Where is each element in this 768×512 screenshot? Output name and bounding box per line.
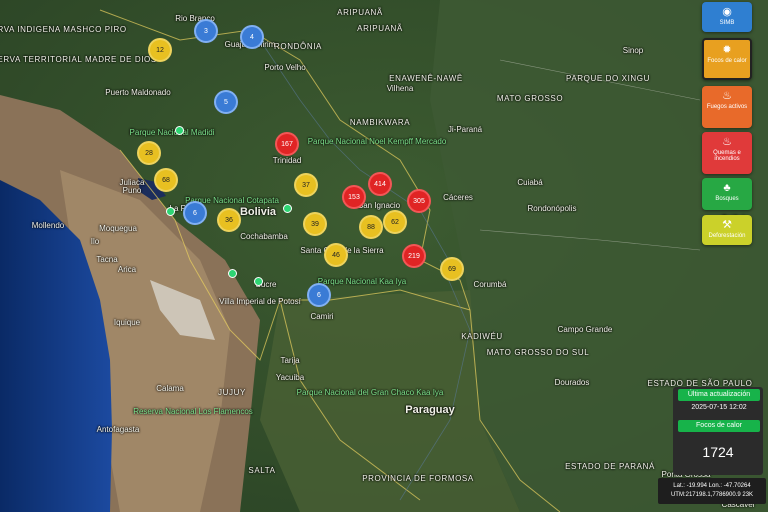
fire-icon: ✹ bbox=[722, 44, 732, 56]
park-label: Parque Nacional Noel Kempff Mercado bbox=[307, 137, 447, 146]
burn-icon: ♨ bbox=[722, 136, 732, 148]
region-label: MATO GROSSO bbox=[496, 94, 564, 103]
countrie-label: Paraguay bbox=[405, 404, 455, 416]
citie-label: Dourados bbox=[554, 378, 590, 387]
region-label: RESERVA TERRITORIAL MADRE DE DIOS bbox=[0, 55, 157, 64]
citie-label: Arica bbox=[117, 265, 137, 274]
citie-label: Puerto Maldonado bbox=[105, 88, 171, 97]
park-label: Reserva Nacional Los Flamencos bbox=[133, 407, 253, 416]
layer-button[interactable]: ✹ Focos de calor bbox=[702, 38, 752, 80]
flame-icon: ♨ bbox=[722, 90, 732, 102]
update-value: 2025-07-15 12:02 bbox=[691, 404, 747, 411]
park-label: Parque Nacional Kaa Iya bbox=[317, 277, 407, 286]
heat-cluster-marker[interactable]: 219 bbox=[402, 244, 426, 268]
region-label: ARIPUANÃ bbox=[357, 24, 403, 33]
citie-label: Ilo bbox=[90, 237, 100, 246]
citie-label: Yacuiba bbox=[275, 373, 305, 382]
citie-label: Villa Imperial de Potosí bbox=[219, 297, 301, 306]
heat-cluster-marker[interactable]: 6 bbox=[307, 283, 331, 307]
region-label: RESERVA INDIGENA MASHCO PIRO bbox=[0, 25, 127, 34]
citie-label: Mollendo bbox=[31, 221, 65, 230]
citie-label: Rondonópolis bbox=[527, 204, 577, 213]
heat-cluster-marker[interactable]: 153 bbox=[342, 185, 366, 209]
region-label: SALTA bbox=[248, 466, 276, 475]
layer-button[interactable]: ♣ Bosques bbox=[702, 178, 752, 210]
coords-utm: UTM:217198.1,7786900.9 23K bbox=[670, 492, 754, 498]
citie-label: Cochabamba bbox=[240, 232, 288, 241]
single-point-marker[interactable] bbox=[254, 277, 263, 286]
heat-count: 1724 bbox=[702, 444, 734, 460]
heat-cluster-marker[interactable]: 36 bbox=[217, 208, 241, 232]
region-label: PROVINCIA DE FORMOSA bbox=[362, 474, 474, 483]
layer-button-label: Bosques bbox=[715, 196, 739, 202]
heat-cluster-marker[interactable]: 68 bbox=[154, 168, 178, 192]
heat-cluster-marker[interactable]: 37 bbox=[294, 173, 318, 197]
region-label: ENAWENÊ-NAWÊ bbox=[389, 74, 463, 83]
layer-label: Focos de calor bbox=[678, 420, 760, 432]
layer-button[interactable]: ♨ Fuegos activos bbox=[702, 86, 752, 128]
park-label: Parque Nacional Madidi bbox=[129, 128, 215, 137]
region-label: NAMBIKWARA bbox=[349, 118, 411, 127]
single-point-marker[interactable] bbox=[228, 269, 237, 278]
heat-cluster-marker[interactable]: 5 bbox=[214, 90, 238, 114]
heat-cluster-marker[interactable]: 414 bbox=[368, 172, 392, 196]
heat-cluster-marker[interactable]: 12 bbox=[148, 38, 172, 62]
layer-button-label: Deforestación bbox=[708, 233, 746, 239]
layer-button[interactable]: ◉ SIMB bbox=[702, 2, 752, 32]
heat-cluster-marker[interactable]: 69 bbox=[440, 257, 464, 281]
layer-button-label: SIMB bbox=[719, 20, 735, 26]
layer-button-label: Fuegos activos bbox=[706, 104, 748, 110]
region-label: KADIWÉU bbox=[461, 332, 503, 341]
citie-label: Trinidad bbox=[272, 156, 302, 165]
citie-label: Puno bbox=[122, 186, 142, 195]
citie-label: Corumbá bbox=[473, 280, 507, 289]
layer-button-label: Quemas e incendios bbox=[713, 150, 741, 162]
globe-icon: ◉ bbox=[722, 6, 732, 18]
citie-label: Tarija bbox=[280, 356, 300, 365]
citie-label: Ji-Paraná bbox=[447, 125, 483, 134]
region-label: PARQUE DO XINGU bbox=[566, 74, 650, 83]
region-label: MATO GROSSO DO SUL bbox=[486, 348, 590, 357]
heat-cluster-marker[interactable]: 305 bbox=[407, 189, 431, 213]
layer-button[interactable]: ♨ Quemas e incendios bbox=[702, 132, 752, 174]
citie-label: Cáceres bbox=[443, 193, 473, 202]
heat-cluster-marker[interactable]: 39 bbox=[303, 212, 327, 236]
heat-cluster-marker[interactable]: 46 bbox=[324, 243, 348, 267]
heat-cluster-marker[interactable]: 62 bbox=[383, 210, 407, 234]
citie-label: Calama bbox=[156, 384, 184, 393]
single-point-marker[interactable] bbox=[175, 126, 184, 135]
citie-label: Sinop bbox=[622, 46, 644, 55]
heat-cluster-marker[interactable]: 88 bbox=[359, 215, 383, 239]
heat-cluster-marker[interactable]: 4 bbox=[240, 25, 264, 49]
citie-label: Campo Grande bbox=[557, 325, 613, 334]
citie-label: Porto Velho bbox=[264, 63, 306, 72]
layer-button-label: Focos de calor bbox=[707, 58, 747, 64]
citie-label: Camiri bbox=[310, 312, 334, 321]
coords-readout: Lat.: -19.994 Lon.: -47.70264 UTM:217198… bbox=[658, 478, 766, 504]
tree-icon: ♣ bbox=[723, 182, 731, 194]
single-point-marker[interactable] bbox=[283, 204, 292, 213]
layer-button[interactable]: ⚒ Deforestación bbox=[702, 215, 752, 245]
citie-label: Tacna bbox=[96, 255, 118, 264]
citie-label: Iquique bbox=[113, 318, 141, 327]
region-label: RONDÔNIA bbox=[274, 42, 322, 51]
single-point-marker[interactable] bbox=[166, 207, 175, 216]
heat-cluster-marker[interactable]: 28 bbox=[137, 141, 161, 165]
countrie-label: Bolivia bbox=[239, 206, 277, 218]
citie-label: Antofagasta bbox=[96, 425, 140, 434]
heat-cluster-marker[interactable]: 3 bbox=[194, 19, 218, 43]
park-label: Parque Nacional del Gran Chaco Kaa Iya bbox=[296, 388, 444, 397]
region-label: JUJUY bbox=[218, 388, 246, 397]
heat-cluster-marker[interactable]: 6 bbox=[183, 201, 207, 225]
saw-icon: ⚒ bbox=[722, 219, 732, 231]
heat-cluster-marker[interactable]: 167 bbox=[275, 132, 299, 156]
coords-latlon: Lat.: -19.994 Lon.: -47.70264 bbox=[673, 483, 751, 489]
region-label: ARIPUANÃ bbox=[337, 8, 383, 17]
region-label: ESTADO DE PARANÁ bbox=[565, 462, 655, 471]
citie-label: Vilhena bbox=[386, 84, 414, 93]
citie-label: Moquegua bbox=[99, 224, 137, 233]
update-label: Última actualización bbox=[678, 389, 760, 401]
citie-label: Cuiabá bbox=[517, 178, 543, 187]
